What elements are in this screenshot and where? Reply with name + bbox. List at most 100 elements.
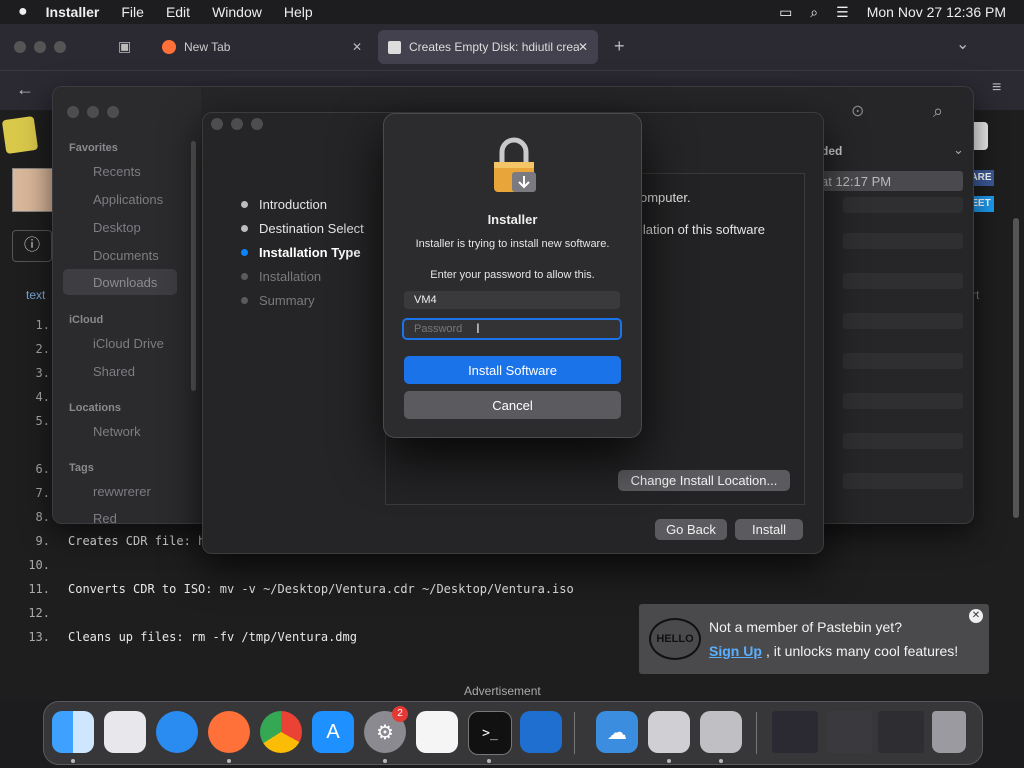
screen-mirroring-icon[interactable]: ▭ <box>779 4 792 21</box>
step-label: Introduction <box>259 197 327 212</box>
minimized-window-thumbnail[interactable] <box>772 711 818 753</box>
sidebar-item-desktop[interactable]: Desktop <box>93 220 141 235</box>
weather-icon[interactable]: ☁ <box>596 711 638 753</box>
tab-creates-empty-disk[interactable]: Creates Empty Disk: hdiutil crea ✕ <box>378 30 598 64</box>
step-dot <box>241 201 248 208</box>
menu-help[interactable]: Help <box>284 4 313 20</box>
password-field[interactable]: Password I <box>402 318 622 340</box>
window-zoom-control[interactable] <box>251 118 263 130</box>
file-row[interactable] <box>843 197 963 213</box>
vscode-icon[interactable] <box>520 711 562 753</box>
hamburger-menu-icon[interactable]: ≡ <box>992 79 1001 97</box>
sidebar-item-icloud-drive[interactable]: iCloud Drive <box>93 336 164 351</box>
line-number: 1. <box>35 318 50 332</box>
finder-icon[interactable] <box>52 711 94 753</box>
safari-icon[interactable] <box>156 711 198 753</box>
window-zoom-control[interactable] <box>107 106 119 118</box>
step-dot <box>241 297 248 304</box>
close-icon[interactable]: ✕ <box>969 609 983 623</box>
signup-link[interactable]: Sign Up <box>709 643 762 659</box>
menu-edit[interactable]: Edit <box>166 4 190 20</box>
apple-icon[interactable]: ● <box>18 3 28 21</box>
step-introduction: Introduction <box>241 197 327 212</box>
step-label: Destination Select <box>259 221 364 236</box>
pastebin-logo <box>1 115 39 155</box>
cancel-button[interactable]: Cancel <box>404 391 621 419</box>
file-row[interactable] <box>843 273 963 289</box>
sidebar-item-applications[interactable]: Applications <box>93 192 163 207</box>
minimized-window-thumbnail[interactable] <box>878 711 924 753</box>
new-tab-button[interactable]: + <box>614 36 625 57</box>
step-summary: Summary <box>241 293 315 308</box>
menu-window[interactable]: Window <box>212 4 262 20</box>
file-row[interactable] <box>843 433 963 449</box>
firefox-icon[interactable] <box>208 711 250 753</box>
go-back-button[interactable]: Go Back <box>655 519 727 540</box>
disk-utility-icon[interactable] <box>648 711 690 753</box>
line-number: 11. <box>28 582 50 596</box>
running-indicator <box>227 759 231 763</box>
sidebar-item-tag[interactable]: Red <box>93 511 117 526</box>
more-options-icon[interactable]: ⊙ <box>851 101 864 121</box>
file-row[interactable] <box>843 233 963 249</box>
file-row[interactable] <box>843 313 963 329</box>
sidebar-item-documents[interactable]: Documents <box>93 248 159 263</box>
menu-file[interactable]: File <box>121 4 144 20</box>
tab-overview-icon[interactable]: ▣ <box>118 38 131 55</box>
sidebar-scrollbar[interactable] <box>191 141 196 391</box>
window-close-control[interactable] <box>14 41 26 53</box>
sidebar-header-icloud: iCloud <box>69 314 104 326</box>
window-minimize-control[interactable] <box>34 41 46 53</box>
terminal-icon[interactable]: >_ <box>468 711 512 755</box>
running-indicator <box>487 759 491 763</box>
step-dot <box>241 225 248 232</box>
file-row-selected[interactable]: at 12:17 PM <box>813 171 963 191</box>
info-icon[interactable]: ⓘ <box>12 230 52 262</box>
chrome-icon[interactable] <box>260 711 302 753</box>
close-icon[interactable]: ✕ <box>578 40 588 54</box>
tab-list-chevron-icon[interactable]: ⌄ <box>956 34 969 54</box>
window-close-control[interactable] <box>67 106 79 118</box>
line-number: 8. <box>35 510 50 524</box>
sidebar-item-downloads[interactable]: Downloads <box>63 269 177 295</box>
file-row[interactable] <box>843 393 963 409</box>
menu-clock[interactable]: Mon Nov 27 12:36 PM <box>867 4 1006 20</box>
window-minimize-control[interactable] <box>231 118 243 130</box>
change-install-location-button[interactable]: Change Install Location... <box>618 470 790 491</box>
textedit-icon[interactable] <box>416 711 458 753</box>
dock: A ⚙ 2 >_ ☁ <box>43 701 983 765</box>
trash-icon[interactable] <box>932 711 966 753</box>
line-number: 7. <box>35 486 50 500</box>
line-number: 6. <box>35 462 50 476</box>
search-icon[interactable]: ⌕ <box>933 101 943 122</box>
window-zoom-control[interactable] <box>54 41 66 53</box>
scrollbar[interactable] <box>1013 218 1019 518</box>
dialog-title: Installer <box>487 212 538 227</box>
sidebar-item-shared[interactable]: Shared <box>93 364 135 379</box>
white-button[interactable] <box>972 122 988 150</box>
app-store-icon[interactable]: A <box>312 711 354 753</box>
window-close-control[interactable] <box>211 118 223 130</box>
installer-icon[interactable] <box>700 711 742 753</box>
close-icon[interactable]: ✕ <box>352 40 362 54</box>
tab-new-tab[interactable]: New Tab ✕ <box>152 30 372 64</box>
spotlight-search-icon[interactable]: ⌕ <box>810 4 818 21</box>
back-arrow-icon[interactable]: ← <box>16 79 34 100</box>
install-button[interactable]: Install <box>735 519 803 540</box>
install-software-button[interactable]: Install Software <box>404 356 621 384</box>
step-dot <box>241 273 248 280</box>
sidebar-item-recents[interactable]: Recents <box>93 164 141 179</box>
window-minimize-control[interactable] <box>87 106 99 118</box>
username-field[interactable]: VM4 <box>404 291 620 309</box>
file-row[interactable] <box>843 353 963 369</box>
column-header-date[interactable]: ded <box>821 144 842 158</box>
launchpad-icon[interactable] <box>104 711 146 753</box>
file-row[interactable] <box>843 473 963 489</box>
sidebar-item-network[interactable]: Network <box>93 424 141 439</box>
step-label: Summary <box>259 293 315 308</box>
sidebar-item-tag[interactable]: rewwrerer <box>93 484 151 499</box>
control-center-icon[interactable]: ☰ <box>836 4 849 21</box>
menu-app-name[interactable]: Installer <box>46 4 100 20</box>
minimized-window-thumbnail[interactable] <box>826 711 872 753</box>
chevron-down-icon[interactable]: ⌄ <box>953 142 964 158</box>
